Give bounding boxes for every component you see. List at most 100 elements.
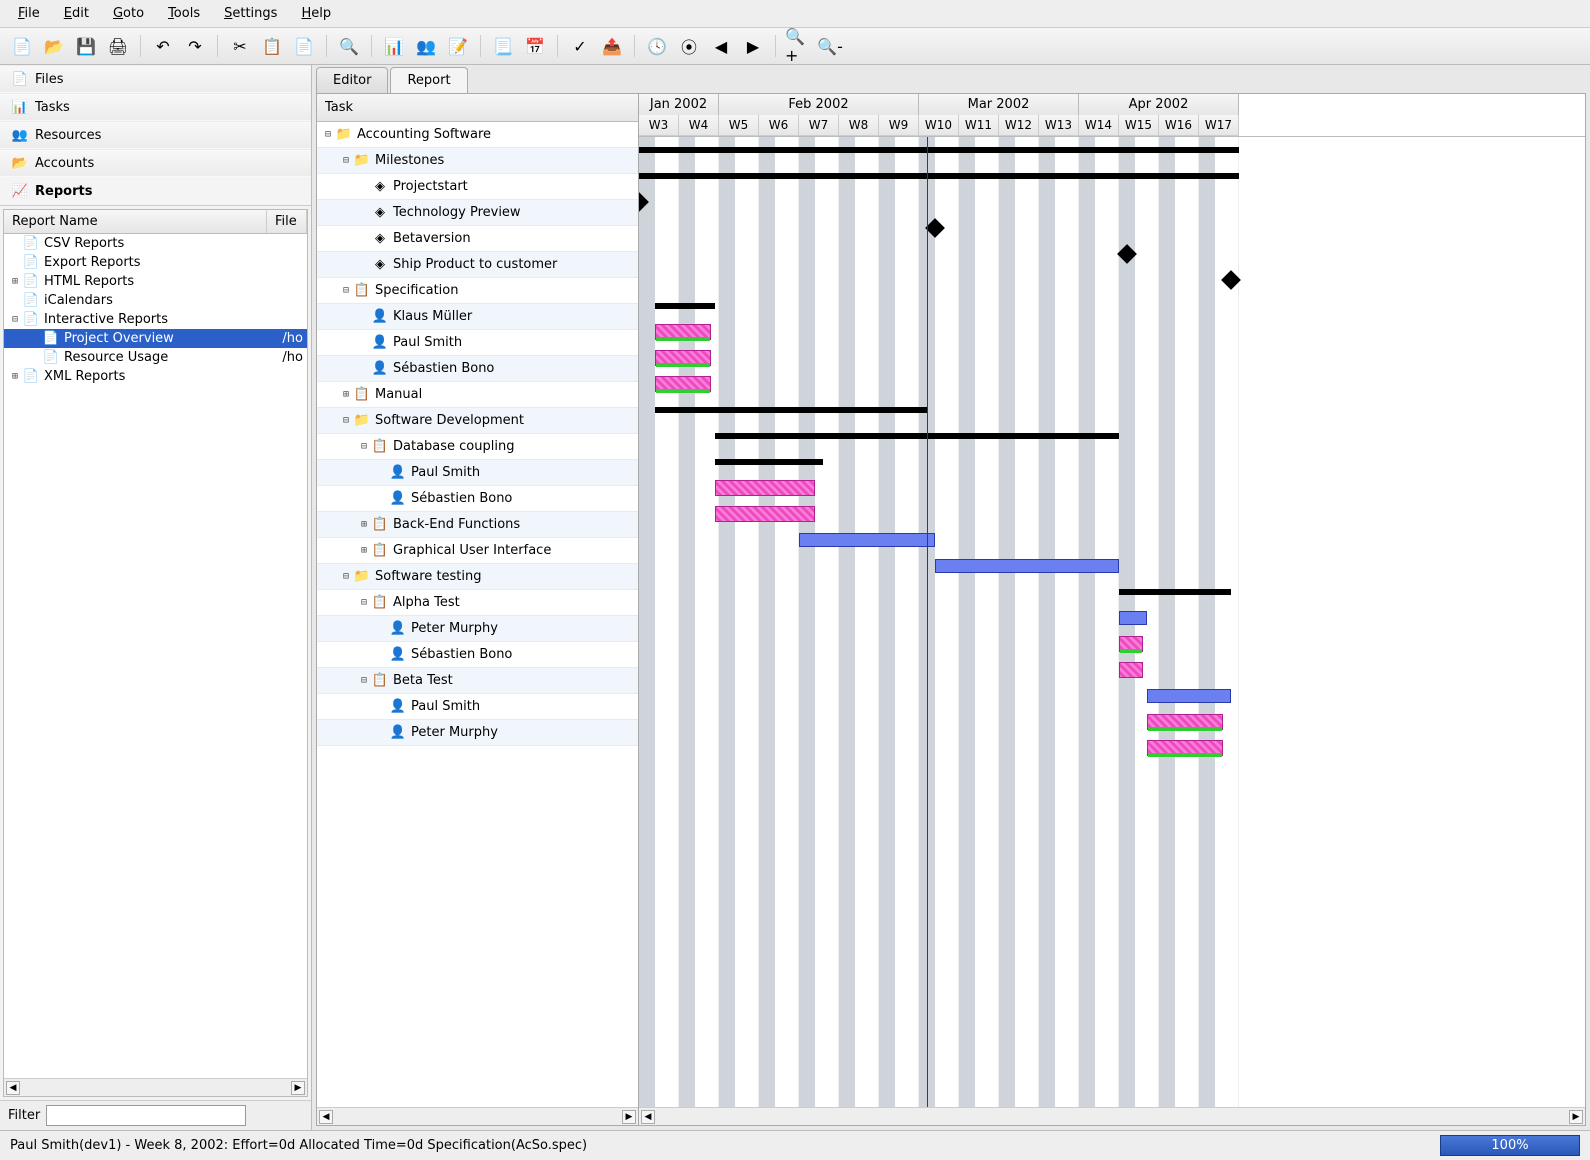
- nav-next-button[interactable]: ▶: [739, 32, 767, 60]
- menu-tools[interactable]: Tools: [156, 2, 212, 25]
- menu-help[interactable]: Help: [289, 2, 343, 25]
- scroll-left-icon[interactable]: ◀: [6, 1081, 20, 1095]
- save-button[interactable]: 💾: [72, 32, 100, 60]
- gantt-track[interactable]: [639, 735, 1585, 761]
- goto-today-button[interactable]: 🕓: [643, 32, 671, 60]
- resource-bar[interactable]: [1147, 740, 1223, 756]
- filter-input[interactable]: [46, 1105, 246, 1126]
- task-row[interactable]: 👤Sébastien Bono: [317, 356, 638, 382]
- tab-report[interactable]: Report: [390, 67, 467, 93]
- menu-settings[interactable]: Settings: [212, 2, 289, 25]
- resource-bar[interactable]: [715, 506, 815, 522]
- scroll-right-icon[interactable]: ▶: [291, 1081, 305, 1095]
- milestone-diamond[interactable]: [1221, 270, 1241, 290]
- task-row[interactable]: ⊟📁Accounting Software: [317, 122, 638, 148]
- resource-bar[interactable]: [655, 376, 711, 392]
- task-row[interactable]: ⊞📋Back-End Functions: [317, 512, 638, 538]
- report-col-name[interactable]: Report Name: [4, 210, 267, 233]
- task-row[interactable]: ⊞📋Graphical User Interface: [317, 538, 638, 564]
- gantt-track[interactable]: [639, 605, 1585, 631]
- task-row[interactable]: ⊞📋Manual: [317, 382, 638, 408]
- menu-goto[interactable]: Goto: [101, 2, 156, 25]
- gantt-track[interactable]: [639, 527, 1585, 553]
- tree-toggle[interactable]: ⊟: [339, 415, 353, 426]
- task-header[interactable]: Task: [317, 94, 638, 122]
- task-row[interactable]: ◈Ship Product to customer: [317, 252, 638, 278]
- sidebar-item-tasks[interactable]: 📊Tasks: [0, 93, 311, 121]
- task-hscroll[interactable]: ◀ ▶: [317, 1107, 638, 1125]
- new-task-button[interactable]: 📝: [444, 32, 472, 60]
- milestone-diamond[interactable]: [925, 218, 945, 238]
- task-bar[interactable]: [935, 559, 1119, 573]
- resource-bar[interactable]: [1119, 636, 1143, 652]
- scroll-left-icon[interactable]: ◀: [319, 1110, 333, 1124]
- task-tree[interactable]: ⊟📁Accounting Software⊟📁Milestones◈Projec…: [317, 122, 638, 1107]
- gantt-track[interactable]: [639, 657, 1585, 683]
- sidebar-item-files[interactable]: 📄Files: [0, 65, 311, 93]
- gantt-body[interactable]: [639, 137, 1585, 1107]
- menu-file[interactable]: File: [6, 2, 52, 25]
- tree-toggle[interactable]: ⊟: [357, 441, 371, 452]
- new-file-button[interactable]: 📄: [8, 32, 36, 60]
- report-row[interactable]: 📄iCalendars: [4, 291, 307, 310]
- nav-prev-button[interactable]: ◀: [707, 32, 735, 60]
- tree-toggle[interactable]: ⊟: [339, 155, 353, 166]
- gantt-track[interactable]: [639, 345, 1585, 371]
- milestone-diamond[interactable]: [1117, 244, 1137, 264]
- resource-bar[interactable]: [715, 480, 815, 496]
- tree-toggle[interactable]: ⊞: [357, 519, 371, 530]
- report-row[interactable]: ⊞📄XML Reports: [4, 367, 307, 386]
- report-col-file[interactable]: File: [267, 210, 307, 233]
- sidebar-item-resources[interactable]: 👥Resources: [0, 121, 311, 149]
- tree-toggle[interactable]: ⊟: [357, 675, 371, 686]
- task-row[interactable]: ⊟📁Software testing: [317, 564, 638, 590]
- summary-bar[interactable]: [715, 459, 823, 465]
- summary-bar[interactable]: [639, 173, 1239, 179]
- summary-bar[interactable]: [1119, 589, 1231, 595]
- summary-bar[interactable]: [715, 433, 1119, 439]
- tree-toggle[interactable]: ⊟: [8, 314, 22, 325]
- gantt-view-button[interactable]: 📅: [521, 32, 549, 60]
- report-row[interactable]: 📄Project Overview/ho: [4, 329, 307, 348]
- tree-toggle[interactable]: ⊟: [339, 571, 353, 582]
- tree-toggle[interactable]: ⊟: [357, 597, 371, 608]
- resource-bar[interactable]: [1147, 714, 1223, 730]
- task-row[interactable]: ⊟📁Software Development: [317, 408, 638, 434]
- export-button[interactable]: 📤: [598, 32, 626, 60]
- tree-toggle[interactable]: ⊟: [321, 129, 335, 140]
- tree-toggle[interactable]: ⊞: [8, 276, 22, 287]
- milestone-diamond[interactable]: [639, 192, 649, 212]
- gantt-track[interactable]: [639, 189, 1585, 215]
- sidebar-item-accounts[interactable]: 📂Accounts: [0, 149, 311, 177]
- task-row[interactable]: 👤Peter Murphy: [317, 720, 638, 746]
- resource-bar[interactable]: [1119, 662, 1143, 678]
- gantt-track[interactable]: [639, 631, 1585, 657]
- copy-button[interactable]: 📋: [258, 32, 286, 60]
- task-bar[interactable]: [1147, 689, 1231, 703]
- report-row[interactable]: 📄Resource Usage/ho: [4, 348, 307, 367]
- gantt-track[interactable]: [639, 501, 1585, 527]
- task-row[interactable]: ⊟📁Milestones: [317, 148, 638, 174]
- tree-toggle[interactable]: ⊟: [339, 285, 353, 296]
- scroll-right-icon[interactable]: ▶: [1569, 1110, 1583, 1124]
- gantt-track[interactable]: [639, 449, 1585, 475]
- gantt-track[interactable]: [639, 137, 1585, 163]
- summary-bar[interactable]: [655, 407, 927, 413]
- gantt-track[interactable]: [639, 267, 1585, 293]
- zoom-in-button[interactable]: 🔍+: [784, 32, 812, 60]
- task-row[interactable]: ⊟📋Database coupling: [317, 434, 638, 460]
- resource-bar[interactable]: [655, 324, 711, 340]
- gantt-track[interactable]: [639, 423, 1585, 449]
- summary-bar[interactable]: [639, 147, 1239, 153]
- cut-button[interactable]: ✂: [226, 32, 254, 60]
- gantt-track[interactable]: [639, 371, 1585, 397]
- report-row[interactable]: ⊞📄HTML Reports: [4, 272, 307, 291]
- resources-button[interactable]: 👥: [412, 32, 440, 60]
- redo-button[interactable]: ↷: [181, 32, 209, 60]
- task-bar[interactable]: [799, 533, 935, 547]
- task-row[interactable]: 👤Sébastien Bono: [317, 642, 638, 668]
- gantt-track[interactable]: [639, 215, 1585, 241]
- summary-bar[interactable]: [655, 303, 715, 309]
- gantt-track[interactable]: [639, 475, 1585, 501]
- tab-editor[interactable]: Editor: [316, 67, 388, 93]
